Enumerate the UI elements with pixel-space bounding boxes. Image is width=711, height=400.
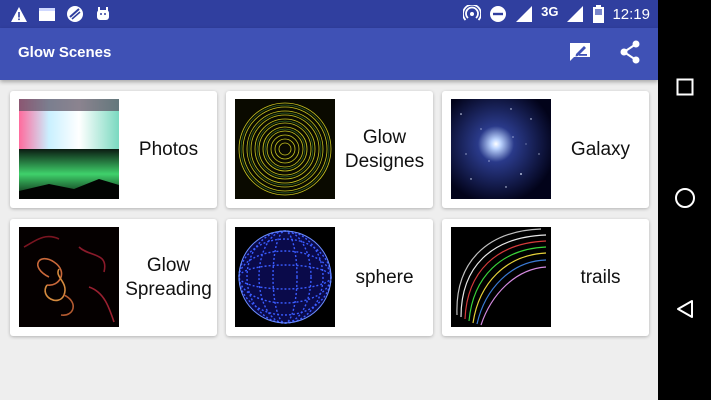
back-icon: [676, 299, 694, 324]
calendar-icon: [38, 5, 56, 23]
card-glow-designes[interactable]: Glow Designes: [226, 91, 433, 208]
edit-icon: [568, 41, 592, 68]
signal-icon: [515, 5, 533, 23]
status-bar: 3G 12:19: [0, 0, 658, 28]
hotspot-icon: [463, 5, 482, 23]
recents-button[interactable]: [672, 76, 698, 102]
card-label: Glow Spreading: [125, 254, 212, 300]
card-sphere[interactable]: sphere: [226, 219, 433, 336]
glow-spreading-thumbnail: [19, 227, 119, 327]
sphere-thumbnail: [235, 227, 335, 327]
card-label: Galaxy: [570, 138, 631, 160]
home-icon: [674, 187, 696, 214]
navigation-bar: [658, 0, 711, 400]
signal-icon-2: [566, 5, 584, 23]
galaxy-thumbnail: [451, 99, 551, 199]
warning-icon: [10, 5, 28, 23]
card-trails[interactable]: trails: [442, 219, 649, 336]
trails-thumbnail: [451, 227, 551, 327]
card-label: Photos: [138, 138, 199, 160]
recents-icon: [676, 78, 694, 101]
status-time: 12:19: [612, 5, 650, 23]
battery-icon: [592, 5, 604, 23]
home-button[interactable]: [672, 187, 698, 213]
photos-thumbnail: [19, 99, 119, 199]
card-glow-spreading[interactable]: Glow Spreading: [10, 219, 217, 336]
card-label: Glow Designes: [344, 126, 425, 172]
glow-designes-thumbnail: [235, 99, 335, 199]
android-icon: [94, 5, 112, 23]
network-type: 3G: [541, 3, 559, 19]
card-label: sphere: [355, 266, 414, 288]
share-icon: [619, 40, 641, 69]
app-screen: 3G 12:19 Glow Scenes Photos Glow Designe…: [0, 0, 658, 400]
toolbar: Glow Scenes: [0, 28, 658, 80]
back-button[interactable]: [672, 298, 698, 324]
card-label: trails: [580, 266, 621, 288]
card-galaxy[interactable]: Galaxy: [442, 91, 649, 208]
do-not-disturb-icon: [489, 5, 507, 23]
share-button[interactable]: [616, 40, 644, 68]
satellite-icon: [66, 5, 84, 23]
edit-button[interactable]: [566, 40, 594, 68]
card-photos[interactable]: Photos: [10, 91, 217, 208]
app-title: Glow Scenes: [18, 44, 112, 61]
